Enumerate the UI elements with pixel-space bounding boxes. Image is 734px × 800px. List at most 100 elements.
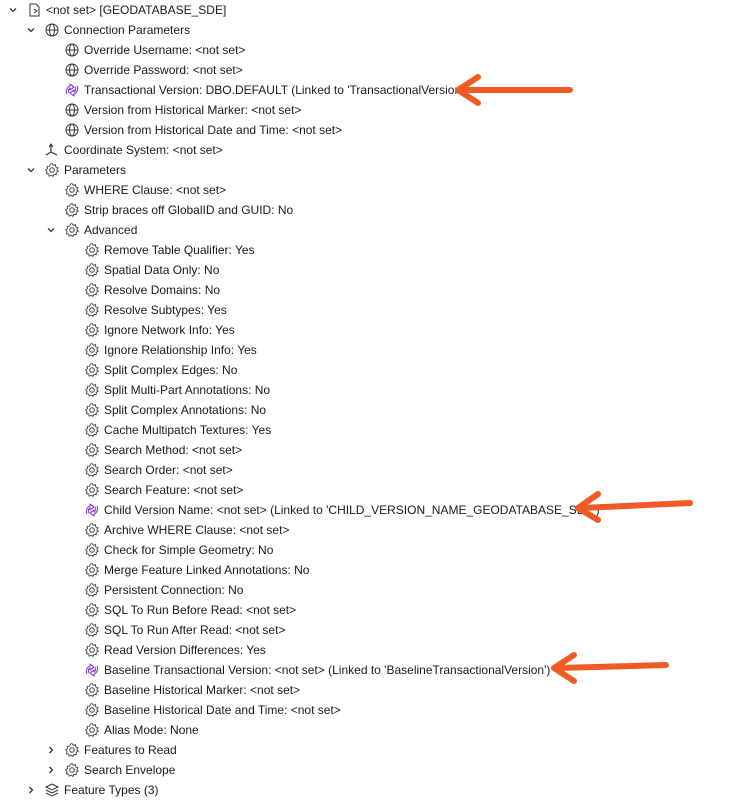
gear-icon xyxy=(84,482,100,498)
advanced-parameter-row[interactable]: Merge Feature Linked Annotations: No xyxy=(0,560,734,580)
gear-icon xyxy=(44,162,60,178)
advanced-parameter-label: Baseline Historical Marker: <not set> xyxy=(104,683,301,697)
gear-icon xyxy=(84,322,100,338)
layers-icon xyxy=(44,782,60,798)
features-to-read-label: Features to Read xyxy=(84,743,177,757)
gear-icon xyxy=(84,442,100,458)
advanced-parameter-row[interactable]: Resolve Domains: No xyxy=(0,280,734,300)
gear-icon xyxy=(64,742,80,758)
advanced-parameter-row[interactable]: Resolve Subtypes: Yes xyxy=(0,300,734,320)
tree-root-row[interactable]: <not set> [GEODATABASE_SDE] xyxy=(0,0,734,20)
advanced-parameter-label: Search Method: <not set> xyxy=(104,443,243,457)
advanced-parameter-row[interactable]: Baseline Historical Date and Time: <not … xyxy=(0,700,734,720)
advanced-parameter-label: Ignore Network Info: Yes xyxy=(104,323,235,337)
annotation-arrow-icon xyxy=(575,491,693,523)
connection-parameter-row[interactable]: Transactional Version: DBO.DEFAULT (Link… xyxy=(0,80,734,100)
advanced-parameter-label: Cache Multipatch Textures: Yes xyxy=(104,423,272,437)
advanced-parameter-label: Merge Feature Linked Annotations: No xyxy=(104,563,310,577)
chevron-down-icon[interactable] xyxy=(24,160,38,180)
advanced-parameter-row[interactable]: Ignore Network Info: Yes xyxy=(0,320,734,340)
advanced-parameter-label: Split Multi-Part Annotations: No xyxy=(104,383,271,397)
search-envelope-label: Search Envelope xyxy=(84,763,176,777)
advanced-parameter-row[interactable]: Ignore Relationship Info: Yes xyxy=(0,340,734,360)
parameter-row[interactable]: WHERE Clause: <not set> xyxy=(0,180,734,200)
gear-icon xyxy=(84,382,100,398)
advanced-parameter-label: Split Complex Annotations: No xyxy=(104,403,267,417)
chevron-down-icon[interactable] xyxy=(6,0,20,20)
gear-icon xyxy=(64,762,80,778)
globe-icon xyxy=(64,42,80,58)
connection-parameter-row[interactable]: Version from Historical Marker: <not set… xyxy=(0,100,734,120)
chevron-down-icon[interactable] xyxy=(24,20,38,40)
gear-icon xyxy=(84,362,100,378)
gear-icon xyxy=(84,722,100,738)
parameter-row[interactable]: Strip braces off GlobalID and GUID: No xyxy=(0,200,734,220)
advanced-parameter-row[interactable]: SQL To Run Before Read: <not set> xyxy=(0,600,734,620)
connection-parameter-label: Version from Historical Date and Time: <… xyxy=(84,123,343,137)
tree-node-advanced[interactable]: Advanced xyxy=(0,220,734,240)
advanced-parameter-label: Alias Mode: None xyxy=(104,723,199,737)
connection-parameter-row[interactable]: Override Password: <not set> xyxy=(0,60,734,80)
coordinate-axes-icon xyxy=(44,142,60,158)
annotation-arrow-icon xyxy=(551,652,669,684)
connection-parameter-row[interactable]: Override Username: <not set> xyxy=(0,40,734,60)
advanced-parameter-row[interactable]: Split Multi-Part Annotations: No xyxy=(0,380,734,400)
advanced-parameter-row[interactable]: Alias Mode: None xyxy=(0,720,734,740)
gear-icon xyxy=(84,622,100,638)
tree-node-features-to-read[interactable]: Features to Read xyxy=(0,740,734,760)
parameters-label: Parameters xyxy=(64,163,127,177)
advanced-parameter-label: Check for Simple Geometry: No xyxy=(104,543,274,557)
advanced-parameter-row[interactable]: Spatial Data Only: No xyxy=(0,260,734,280)
linked-parameter-icon xyxy=(84,662,100,678)
connection-parameters-label: Connection Parameters xyxy=(64,23,191,37)
parameter-label: WHERE Clause: <not set> xyxy=(84,183,227,197)
globe-icon xyxy=(64,62,80,78)
parameter-label: Strip braces off GlobalID and GUID: No xyxy=(84,203,294,217)
gear-icon xyxy=(84,602,100,618)
advanced-parameter-label: Persistent Connection: No xyxy=(104,583,244,597)
gear-icon xyxy=(84,282,100,298)
advanced-parameter-row[interactable]: Cache Multipatch Textures: Yes xyxy=(0,420,734,440)
gear-icon xyxy=(84,702,100,718)
advanced-parameter-row[interactable]: Check for Simple Geometry: No xyxy=(0,540,734,560)
chevron-right-icon[interactable] xyxy=(44,740,58,760)
tree-node-feature-types[interactable]: Feature Types (3) xyxy=(0,780,734,800)
advanced-parameter-row[interactable]: Split Complex Edges: No xyxy=(0,360,734,380)
advanced-parameter-label: SQL To Run Before Read: <not set> xyxy=(104,603,297,617)
advanced-parameter-row[interactable]: Persistent Connection: No xyxy=(0,580,734,600)
advanced-parameter-row[interactable]: Search Order: <not set> xyxy=(0,460,734,480)
tree-node-search-envelope[interactable]: Search Envelope xyxy=(0,760,734,780)
tree-node-parameters[interactable]: Parameters xyxy=(0,160,734,180)
globe-icon xyxy=(44,22,60,38)
chevron-right-icon[interactable] xyxy=(24,780,38,800)
gear-icon xyxy=(84,302,100,318)
connection-parameter-row[interactable]: Version from Historical Date and Time: <… xyxy=(0,120,734,140)
gear-icon xyxy=(84,242,100,258)
advanced-parameter-row[interactable]: Archive WHERE Clause: <not set> xyxy=(0,520,734,540)
chevron-right-icon[interactable] xyxy=(44,760,58,780)
coordinate-system-label: Coordinate System: <not set> xyxy=(64,143,223,157)
connection-parameter-label: Override Username: <not set> xyxy=(84,43,246,57)
tree-root-label: <not set> [GEODATABASE_SDE] xyxy=(46,3,227,17)
annotation-arrow-icon xyxy=(455,74,573,106)
gear-icon xyxy=(84,522,100,538)
connection-parameter-label: Version from Historical Marker: <not set… xyxy=(84,103,302,117)
advanced-parameter-label: SQL To Run After Read: <not set> xyxy=(104,623,286,637)
gear-icon xyxy=(84,642,100,658)
advanced-parameter-row[interactable]: Split Complex Annotations: No xyxy=(0,400,734,420)
advanced-parameter-row[interactable]: SQL To Run After Read: <not set> xyxy=(0,620,734,640)
chevron-down-icon[interactable] xyxy=(44,220,58,240)
advanced-parameter-label: Search Feature: <not set> xyxy=(104,483,244,497)
advanced-parameter-label: Read Version Differences: Yes xyxy=(104,643,266,657)
tree-node-coordinate-system[interactable]: Coordinate System: <not set> xyxy=(0,140,734,160)
gear-icon xyxy=(84,422,100,438)
advanced-parameter-label: Baseline Historical Date and Time: <not … xyxy=(104,703,341,717)
advanced-parameter-row[interactable]: Search Method: <not set> xyxy=(0,440,734,460)
advanced-parameter-label: Resolve Subtypes: Yes xyxy=(104,303,227,317)
feature-types-label: Feature Types (3) xyxy=(64,783,159,797)
globe-icon xyxy=(64,122,80,138)
advanced-parameter-row[interactable]: Remove Table Qualifier: Yes xyxy=(0,240,734,260)
advanced-label: Advanced xyxy=(84,223,138,237)
linked-parameter-icon xyxy=(64,82,80,98)
tree-node-connection-parameters[interactable]: Connection Parameters xyxy=(0,20,734,40)
